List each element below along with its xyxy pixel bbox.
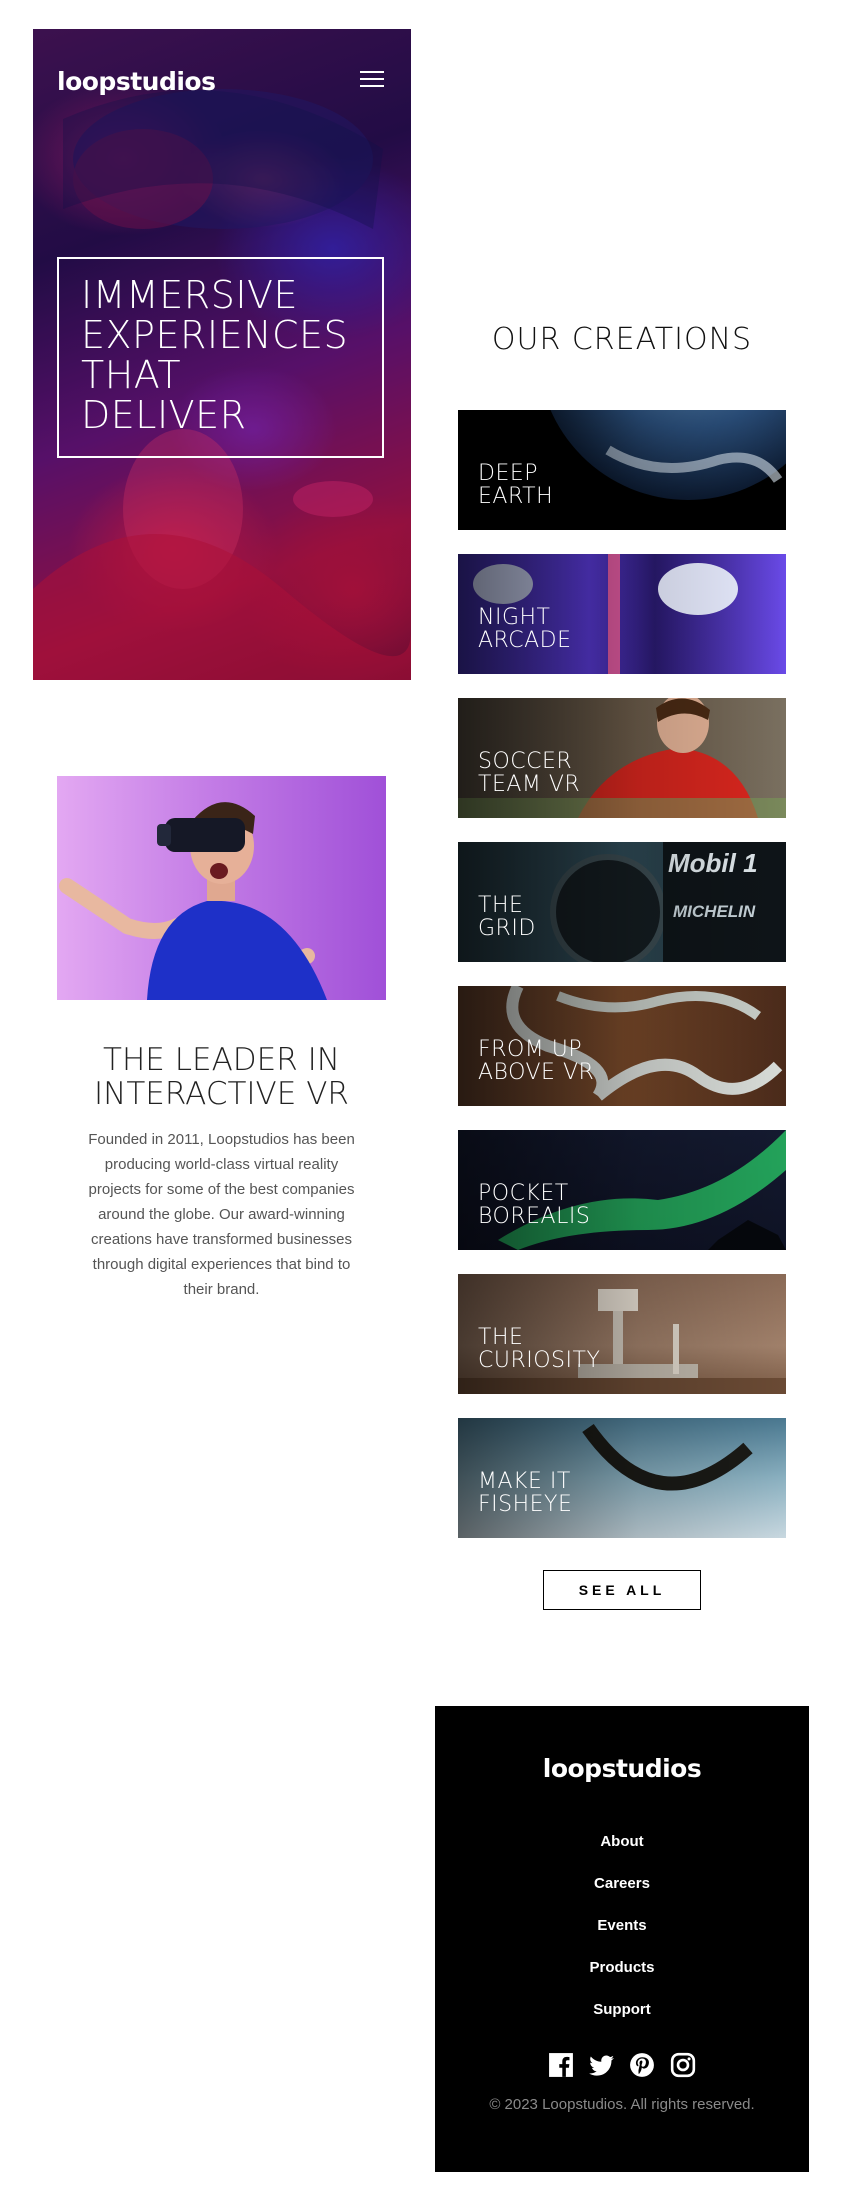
vr-user-image xyxy=(57,776,386,1000)
hero-section: loopstudios IMMERSIVE EXPERIENCES THAT D… xyxy=(33,29,411,680)
social-links xyxy=(548,2051,696,2079)
pinterest-icon[interactable] xyxy=(629,2052,655,2078)
card-title: MAKE IT FISHEYE xyxy=(478,1470,572,1516)
hero-headline-line: THAT xyxy=(81,353,182,397)
hero-headline-line: DELIVER xyxy=(81,393,247,437)
site-logo[interactable]: loopstudios xyxy=(57,67,216,96)
card-title-line: SOCCER xyxy=(478,749,573,774)
footer-link-events[interactable]: Events xyxy=(435,1905,809,1947)
footer-logo[interactable]: loopstudios xyxy=(435,1754,809,1783)
creation-card-night-arcade[interactable]: NIGHT ARCADE xyxy=(458,554,786,674)
vr-user-illustration xyxy=(59,802,327,1000)
twitter-icon[interactable] xyxy=(588,2052,615,2078)
card-title-line: GRID xyxy=(478,916,536,941)
footer-link-support[interactable]: Support xyxy=(435,1989,809,2031)
copyright-text: © 2023 Loopstudios. All rights reserved. xyxy=(489,2096,755,2113)
card-title-line: EARTH xyxy=(478,484,554,509)
hero-headline-line: EXPERIENCES xyxy=(81,313,349,357)
hero-headline-line: IMMERSIVE xyxy=(81,273,299,317)
footer-link-products[interactable]: Products xyxy=(435,1947,809,1989)
leader-title-line: THE LEADER IN xyxy=(103,1042,340,1078)
footer-nav: About Careers Events Products Support xyxy=(435,1821,809,2031)
hero-headline-box: IMMERSIVE EXPERIENCES THAT DELIVER xyxy=(57,257,384,458)
card-title: FROM UP ABOVE VR xyxy=(478,1038,594,1084)
footer-link-careers[interactable]: Careers xyxy=(435,1863,809,1905)
card-title: POCKET BOREALIS xyxy=(478,1182,590,1228)
card-title-line: THE xyxy=(478,1325,524,1350)
card-title: DEEP EARTH xyxy=(478,462,553,508)
facebook-icon[interactable] xyxy=(548,2052,574,2078)
footer-link-about[interactable]: About xyxy=(435,1821,809,1863)
card-title-line: THE xyxy=(478,893,524,918)
hamburger-icon[interactable] xyxy=(360,71,384,89)
creation-card-the-grid[interactable]: Mobil 1 MICHELIN THE GRID xyxy=(458,842,786,962)
card-title: THE GRID xyxy=(478,894,536,940)
creation-card-the-curiosity[interactable]: THE CURIOSITY xyxy=(458,1274,786,1394)
card-title-line: ABOVE VR xyxy=(478,1060,595,1085)
creation-card-pocket-borealis[interactable]: POCKET BOREALIS xyxy=(458,1130,786,1250)
leader-title-line: INTERACTIVE VR xyxy=(94,1076,349,1112)
svg-text:MICHELIN: MICHELIN xyxy=(673,902,756,921)
creations-title: OUR CREATIONS xyxy=(491,322,753,357)
see-all-button[interactable]: SEE ALL xyxy=(543,1570,701,1610)
creation-card-from-up-above-vr[interactable]: FROM UP ABOVE VR xyxy=(458,986,786,1106)
card-title-line: NIGHT xyxy=(478,605,551,630)
card-title-line: FROM UP xyxy=(478,1037,583,1062)
creation-card-deep-earth[interactable]: DEEP EARTH xyxy=(458,410,786,530)
card-title-line: BOREALIS xyxy=(478,1204,591,1229)
creation-card-make-it-fisheye[interactable]: MAKE IT FISHEYE xyxy=(458,1418,786,1538)
leader-title: THE LEADER IN INTERACTIVE VR xyxy=(57,1043,386,1111)
leader-description: Founded in 2011, Loopstudios has been pr… xyxy=(88,1131,355,1298)
footer: loopstudios About Careers Events Product… xyxy=(435,1706,809,2172)
svg-text:Mobil 1: Mobil 1 xyxy=(668,848,758,878)
card-title: NIGHT ARCADE xyxy=(478,606,572,652)
card-title-line: ARCADE xyxy=(478,628,572,653)
card-title-line: POCKET xyxy=(478,1181,569,1206)
card-title-line: TEAM VR xyxy=(478,772,581,797)
card-title-line: CURIOSITY xyxy=(478,1348,601,1373)
card-title-line: DEEP xyxy=(478,461,539,486)
card-title-line: MAKE IT xyxy=(478,1469,571,1494)
card-title: SOCCER TEAM VR xyxy=(478,750,580,796)
card-title-line: FISHEYE xyxy=(478,1492,573,1517)
card-title: THE CURIOSITY xyxy=(478,1326,600,1372)
creation-card-soccer-team-vr[interactable]: SOCCER TEAM VR xyxy=(458,698,786,818)
instagram-icon[interactable] xyxy=(670,2052,696,2078)
